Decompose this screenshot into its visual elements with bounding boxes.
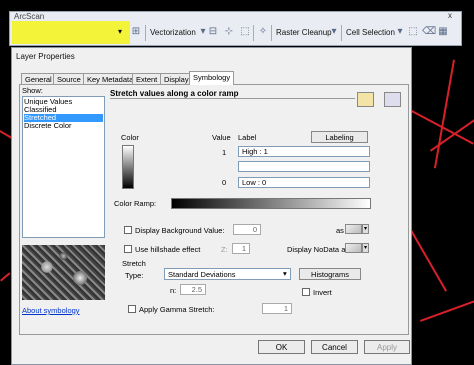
raster-snapping-icon[interactable]: ⊞ (130, 26, 142, 38)
raster-cleanup-menu[interactable]: Raster Cleanup (276, 28, 332, 37)
display-background-label: Display Background Value: (135, 226, 225, 235)
nodata-color-swatch[interactable] (345, 243, 362, 253)
renderer-description: Stretch values along a color ramp (110, 89, 239, 98)
hillshade-checkbox[interactable] (124, 245, 132, 253)
label-header: Label (238, 133, 257, 142)
z-label: Z: (221, 245, 228, 254)
cancel-button[interactable]: Cancel (311, 340, 358, 354)
erase-cells-icon[interactable]: ⌫ (422, 26, 436, 38)
tab-source[interactable]: Source (53, 73, 85, 84)
display-background-checkbox[interactable] (124, 226, 132, 234)
toolbar-separator (145, 25, 146, 41)
chevron-down-icon[interactable]: ▾ (118, 27, 122, 36)
raster-layer-select[interactable] (16, 27, 126, 39)
invert-checkbox[interactable] (302, 288, 310, 296)
color-ramp-select[interactable] (171, 198, 371, 209)
tab-general[interactable]: General (21, 73, 56, 84)
middle-label-field[interactable] (238, 161, 370, 172)
toolbar-separator (341, 25, 342, 41)
description-divider (110, 98, 355, 101)
chevron-down-icon[interactable]: ▾ (362, 224, 369, 234)
color-ramp-label: Color Ramp: (114, 199, 157, 208)
color-gradient-preview[interactable] (122, 145, 134, 189)
invert-label: Invert (313, 288, 332, 297)
fill-cells-icon[interactable]: ▦ (437, 26, 449, 38)
stretch-group-label: Stretch (122, 259, 146, 268)
background-color-swatch[interactable] (345, 224, 362, 234)
show-item-discrete-color[interactable]: Discrete Color (24, 122, 103, 130)
show-label: Show: (22, 86, 43, 95)
display-nodata-label: Display NoData as (287, 245, 350, 254)
background-as-label: as (336, 226, 344, 235)
tab-display[interactable]: Display (160, 73, 193, 84)
toolbar-close-button[interactable]: x (448, 11, 452, 20)
gamma-stretch-label: Apply Gamma Stretch: (139, 305, 215, 314)
vectorize-icon[interactable]: ⊟ (207, 26, 219, 38)
select-cells-icon[interactable]: ⬚ (407, 26, 419, 38)
chevron-down-icon[interactable]: ▾ (362, 243, 369, 253)
open-folder-icon[interactable] (357, 92, 374, 107)
dialog-title: Layer Properties (16, 52, 75, 61)
vectorization-menu[interactable]: Vectorization (150, 28, 196, 37)
gamma-value-field[interactable]: 1 (262, 303, 292, 314)
hillshade-label: Use hillshade effect (135, 245, 201, 254)
toolbar-separator (271, 25, 272, 41)
magic-wand-icon[interactable]: ✧ (257, 26, 269, 38)
toolbar-title: ArcScan (14, 12, 45, 21)
gamma-stretch-checkbox[interactable] (128, 305, 136, 313)
tab-symbology[interactable]: Symbology (189, 71, 235, 85)
low-label-field[interactable]: Low : 0 (238, 177, 370, 188)
chevron-down-icon[interactable]: ▾ (394, 26, 406, 38)
apply-button[interactable]: Apply (364, 340, 410, 354)
tab-key-metadata[interactable]: Key Metadata (83, 73, 138, 84)
high-value: 1 (222, 148, 227, 157)
symbology-preview-image (22, 245, 105, 300)
labeling-button[interactable]: Labeling (311, 131, 368, 143)
chevron-down-icon[interactable]: ▾ (283, 269, 287, 278)
z-factor-field[interactable]: 1 (232, 243, 250, 254)
toolbar-separator (253, 25, 254, 41)
color-header: Color (121, 133, 139, 142)
select-region-icon[interactable]: ⬚ (239, 26, 251, 38)
histograms-button[interactable]: Histograms (299, 268, 361, 280)
add-line-icon[interactable]: ⊹ (223, 26, 235, 38)
n-value-field[interactable]: 2.5 (180, 284, 206, 295)
background-value-field[interactable]: 0 (233, 224, 261, 235)
about-symbology-link[interactable]: About symbology (22, 306, 80, 315)
stretch-type-label: Type: (125, 271, 144, 280)
n-label: n: (170, 286, 177, 295)
value-header: Value (212, 133, 231, 142)
low-value: 0 (222, 178, 227, 187)
tab-extent[interactable]: Extent (132, 73, 162, 84)
stretch-type-select[interactable]: Standard Deviations (164, 268, 291, 280)
ok-button[interactable]: OK (258, 340, 305, 354)
save-icon[interactable] (384, 92, 401, 107)
chevron-down-icon[interactable]: ▾ (328, 26, 340, 38)
cell-selection-menu[interactable]: Cell Selection (346, 28, 395, 37)
high-label-field[interactable]: High : 1 (238, 146, 370, 157)
